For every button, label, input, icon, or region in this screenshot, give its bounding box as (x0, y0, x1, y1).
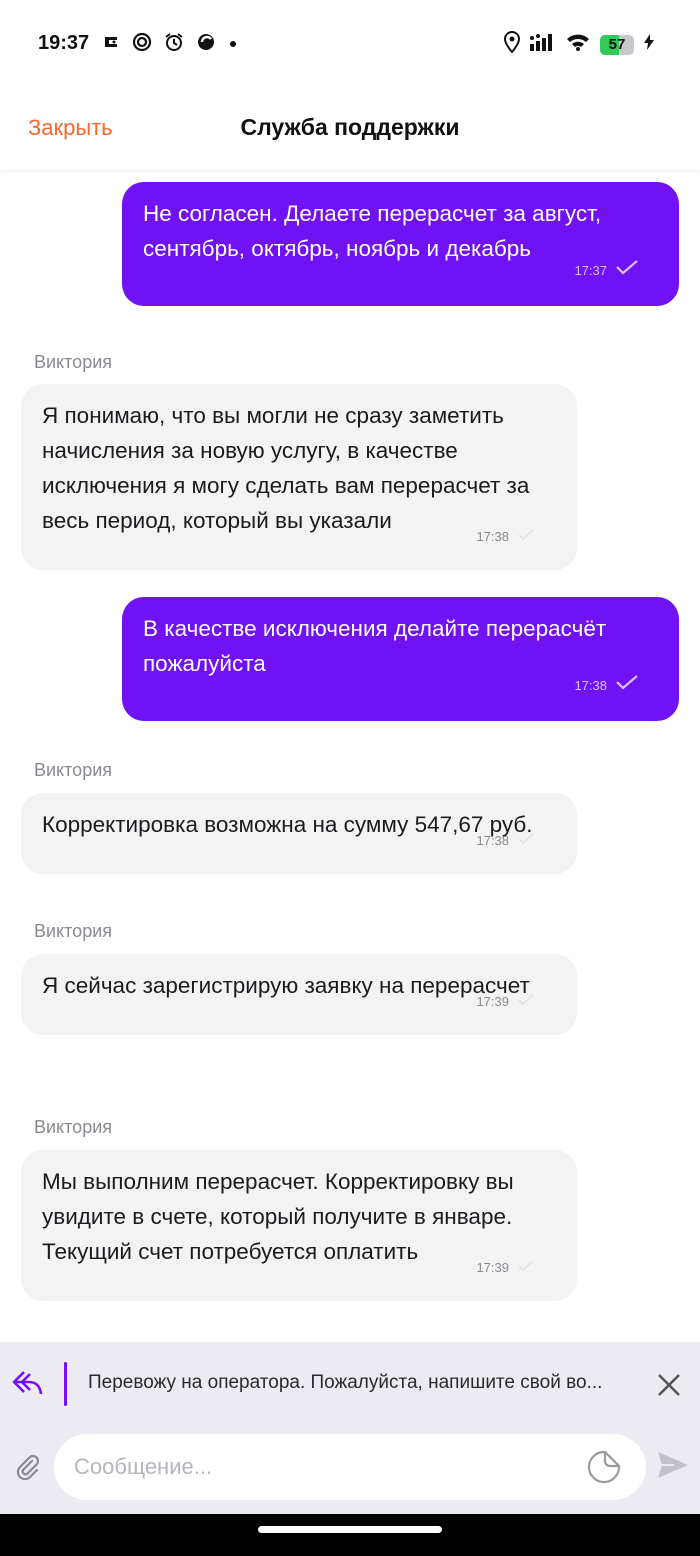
target-app-icon (132, 32, 152, 57)
incoming-message[interactable]: Мы выполним перерасчет. Корректировку вы… (21, 1150, 577, 1301)
message-time: 17:38 (476, 529, 509, 544)
message-composer (0, 1426, 700, 1514)
status-time: 19:37 (38, 32, 90, 54)
charging-icon (644, 34, 654, 55)
home-indicator-area (0, 1514, 700, 1556)
status-right-icons: 57 (503, 30, 654, 58)
sender-name: Виктория (34, 760, 113, 780)
attach-icon[interactable] (12, 1452, 42, 1487)
chat-header: Закрыть Служба поддержки (0, 88, 700, 170)
read-check-icon (517, 823, 535, 858)
status-bar: 19:37 57 (0, 0, 700, 88)
battery-icon: 57 (600, 34, 634, 55)
app-notification-icon (102, 34, 120, 55)
incoming-message[interactable]: Я понимаю, что вы могли не сразу заметит… (21, 384, 577, 570)
reply-accent-line (64, 1362, 67, 1406)
message-time: 17:39 (476, 994, 509, 1009)
sticker-icon[interactable] (586, 1449, 622, 1490)
message-meta: 17:39 (476, 984, 535, 1019)
message-time: 17:38 (476, 833, 509, 848)
read-check-icon (615, 668, 639, 703)
moon-app-icon (196, 32, 216, 57)
read-check-icon (517, 519, 535, 554)
message-meta: 17:38 (476, 519, 535, 554)
alarm-icon (164, 32, 184, 57)
sender-name: Виктория (34, 352, 113, 372)
message-meta: 17:39 (476, 1250, 535, 1285)
chat-messages[interactable]: Не согласен. Делаете перерасчет за авгус… (0, 170, 700, 1342)
reply-arrow-icon[interactable] (10, 1364, 46, 1405)
sender-name: Виктория (34, 1117, 113, 1137)
message-time: 17:39 (476, 1260, 509, 1275)
reply-text: Перевожу на оператора. Пожалуйста, напиш… (88, 1372, 603, 1393)
message-time: 17:37 (574, 263, 607, 278)
incoming-message[interactable]: Я сейчас зарегистрирую заявку на перерас… (21, 954, 577, 1035)
wifi-icon (566, 33, 590, 56)
sender-name: Виктория (34, 921, 113, 941)
read-check-icon (517, 984, 535, 1019)
reply-preview: Перевожу на оператора. Пожалуйста, напиш… (0, 1342, 700, 1426)
page-title: Служба поддержки (240, 114, 460, 140)
message-time: 17:38 (574, 678, 607, 693)
read-check-icon (615, 253, 639, 288)
status-left-icons (102, 32, 238, 57)
home-indicator[interactable] (258, 1526, 442, 1533)
message-input-wrapper (54, 1434, 646, 1500)
send-icon[interactable] (656, 1450, 690, 1485)
dot-icon (228, 36, 238, 54)
message-text: Я понимаю, что вы могли не сразу заметит… (42, 403, 530, 533)
outgoing-message[interactable]: В качестве исключения делайте перерасчёт… (122, 597, 679, 721)
signal-icon (530, 33, 556, 56)
message-input[interactable] (74, 1434, 574, 1500)
battery-level: 57 (608, 35, 626, 53)
message-meta: 17:38 (574, 668, 639, 703)
incoming-message[interactable]: Корректировка возможна на сумму 547,67 р… (21, 793, 577, 874)
outgoing-message[interactable]: Не согласен. Делаете перерасчет за авгус… (122, 182, 679, 306)
close-icon[interactable] (654, 1370, 684, 1405)
read-check-icon (517, 1250, 535, 1285)
message-meta: 17:38 (476, 823, 535, 858)
location-icon (503, 30, 521, 58)
message-meta: 17:37 (574, 253, 639, 288)
